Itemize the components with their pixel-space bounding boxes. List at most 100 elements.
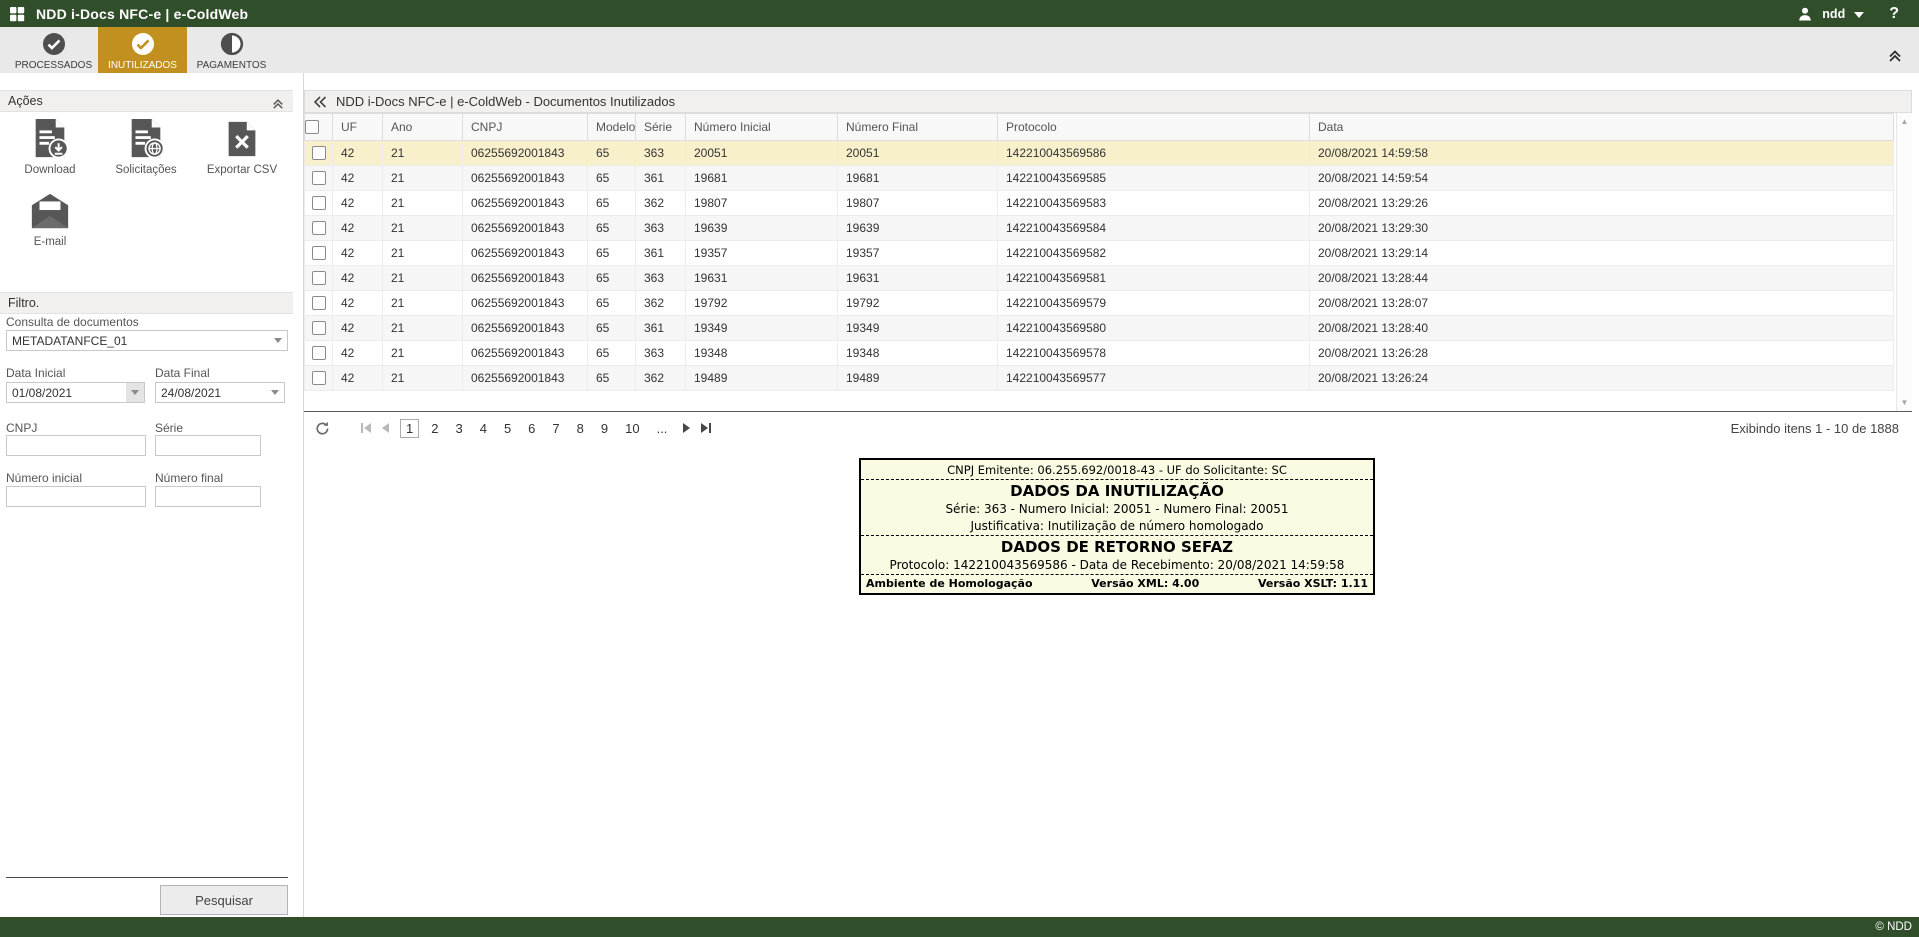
- table-cell: 20/08/2021 14:59:54: [1310, 166, 1894, 191]
- numero-inicial-input[interactable]: [6, 486, 146, 507]
- table-row[interactable]: 4221062556920018436536319639196391422100…: [305, 216, 1894, 241]
- table-row[interactable]: 4221062556920018436536219489194891422100…: [305, 366, 1894, 391]
- row-select-cell[interactable]: [305, 241, 333, 266]
- table-row[interactable]: 4221062556920018436536219792197921422100…: [305, 291, 1894, 316]
- row-checkbox[interactable]: [312, 146, 326, 160]
- select-all-header[interactable]: [305, 114, 333, 141]
- table-row[interactable]: 4221062556920018436536119357193571422100…: [305, 241, 1894, 266]
- row-select-cell[interactable]: [305, 341, 333, 366]
- page-button[interactable]: 1: [400, 419, 419, 438]
- action-label: Solicitações: [115, 164, 176, 176]
- consulta-select[interactable]: METADATANFCE_01: [6, 330, 288, 351]
- page-button[interactable]: 2: [426, 420, 443, 437]
- row-select-cell[interactable]: [305, 291, 333, 316]
- table-row[interactable]: 4221062556920018436536320051200511422100…: [305, 141, 1894, 166]
- chevron-down-icon[interactable]: [126, 383, 144, 402]
- scroll-up-icon[interactable]: ▲: [1897, 117, 1912, 126]
- page-button[interactable]: 10: [620, 420, 644, 437]
- tab-pagamentos[interactable]: PAGAMENTOS: [187, 27, 276, 73]
- tab-inutilizados[interactable]: INUTILIZADOS: [98, 27, 187, 73]
- column-header[interactable]: Protocolo: [998, 114, 1310, 141]
- row-checkbox[interactable]: [312, 371, 326, 385]
- table-cell: 19348: [686, 341, 838, 366]
- table-row[interactable]: 4221062556920018436536119349193491422100…: [305, 316, 1894, 341]
- page-button[interactable]: 7: [547, 420, 564, 437]
- column-header[interactable]: Número Final: [838, 114, 998, 141]
- column-header[interactable]: UF: [333, 114, 383, 141]
- page-button[interactable]: 6: [523, 420, 540, 437]
- numero-final-label: Número final: [155, 471, 223, 485]
- row-checkbox[interactable]: [312, 271, 326, 285]
- row-checkbox[interactable]: [312, 171, 326, 185]
- row-checkbox[interactable]: [312, 296, 326, 310]
- scroll-down-icon[interactable]: ▼: [1897, 398, 1912, 407]
- consulta-label: Consulta de documentos: [6, 315, 139, 329]
- row-checkbox[interactable]: [312, 321, 326, 335]
- email-button[interactable]: E-mail: [2, 190, 98, 248]
- table-cell: 142210043569580: [998, 316, 1310, 341]
- row-select-cell[interactable]: [305, 166, 333, 191]
- tab-label: INUTILIZADOS: [108, 60, 177, 71]
- last-page-button[interactable]: [700, 422, 712, 434]
- table-cell: 142210043569581: [998, 266, 1310, 291]
- column-header[interactable]: CNPJ: [463, 114, 588, 141]
- select-all-checkbox[interactable]: [305, 120, 319, 134]
- tab-processados[interactable]: PROCESSADOS: [9, 27, 98, 73]
- page-button[interactable]: 3: [450, 420, 467, 437]
- data-inicial-input[interactable]: 01/08/2021: [6, 382, 145, 403]
- column-header[interactable]: Série: [636, 114, 686, 141]
- page-button[interactable]: 9: [596, 420, 613, 437]
- actions-section-header: Ações: [0, 90, 293, 112]
- table-cell: 362: [636, 191, 686, 216]
- collapse-toolbar-icon[interactable]: [1888, 49, 1902, 68]
- download-button[interactable]: Download: [2, 118, 98, 176]
- page-button[interactable]: ...: [652, 420, 673, 437]
- column-header[interactable]: Ano: [383, 114, 463, 141]
- numero-final-input[interactable]: [155, 486, 261, 507]
- help-button[interactable]: ?: [1889, 5, 1899, 23]
- table-row[interactable]: 4221062556920018436536219807198071422100…: [305, 191, 1894, 216]
- table-row[interactable]: 4221062556920018436536319631196311422100…: [305, 266, 1894, 291]
- page-button[interactable]: 8: [572, 420, 589, 437]
- table-cell: 21: [383, 216, 463, 241]
- column-header[interactable]: Data: [1310, 114, 1894, 141]
- row-select-cell[interactable]: [305, 216, 333, 241]
- solicitacoes-button[interactable]: Solicitações: [98, 118, 194, 176]
- collapse-actions-icon[interactable]: [272, 96, 284, 117]
- exportar-csv-button[interactable]: Exportar CSV: [194, 118, 290, 176]
- row-select-cell[interactable]: [305, 366, 333, 391]
- column-header[interactable]: Modelo: [588, 114, 636, 141]
- table-cell: 21: [383, 241, 463, 266]
- chevron-down-icon[interactable]: [266, 383, 284, 402]
- row-select-cell[interactable]: [305, 316, 333, 341]
- serie-input[interactable]: [155, 435, 261, 456]
- vertical-scrollbar[interactable]: ▲ ▼: [1896, 113, 1912, 411]
- next-page-button[interactable]: [680, 422, 692, 434]
- row-select-cell[interactable]: [305, 191, 333, 216]
- row-checkbox[interactable]: [312, 246, 326, 260]
- cnpj-input[interactable]: [6, 435, 146, 456]
- half-circle-icon: [220, 32, 244, 56]
- refresh-button[interactable]: [315, 421, 330, 436]
- row-select-cell[interactable]: [305, 266, 333, 291]
- user-menu-caret-icon[interactable]: [1854, 12, 1864, 18]
- row-checkbox[interactable]: [312, 196, 326, 210]
- table-cell: 20/08/2021 13:28:40: [1310, 316, 1894, 341]
- row-select-cell[interactable]: [305, 141, 333, 166]
- table-row[interactable]: 4221062556920018436536119681196811422100…: [305, 166, 1894, 191]
- first-page-button[interactable]: [360, 422, 372, 434]
- page-button[interactable]: 4: [475, 420, 492, 437]
- row-checkbox[interactable]: [312, 221, 326, 235]
- collapse-left-icon[interactable]: [313, 96, 327, 108]
- column-header[interactable]: Número Inicial: [686, 114, 838, 141]
- user-menu[interactable]: ndd: [1822, 7, 1845, 21]
- table-row[interactable]: 4221062556920018436536319348193481422100…: [305, 341, 1894, 366]
- sidebar: Ações Download: [0, 73, 293, 917]
- pesquisar-button[interactable]: Pesquisar: [160, 885, 288, 915]
- page-button[interactable]: 5: [499, 420, 516, 437]
- data-final-input[interactable]: 24/08/2021: [155, 382, 285, 403]
- row-checkbox[interactable]: [312, 346, 326, 360]
- prev-page-button[interactable]: [380, 422, 392, 434]
- chevron-down-icon[interactable]: [269, 331, 287, 350]
- table-cell: 20/08/2021 14:59:58: [1310, 141, 1894, 166]
